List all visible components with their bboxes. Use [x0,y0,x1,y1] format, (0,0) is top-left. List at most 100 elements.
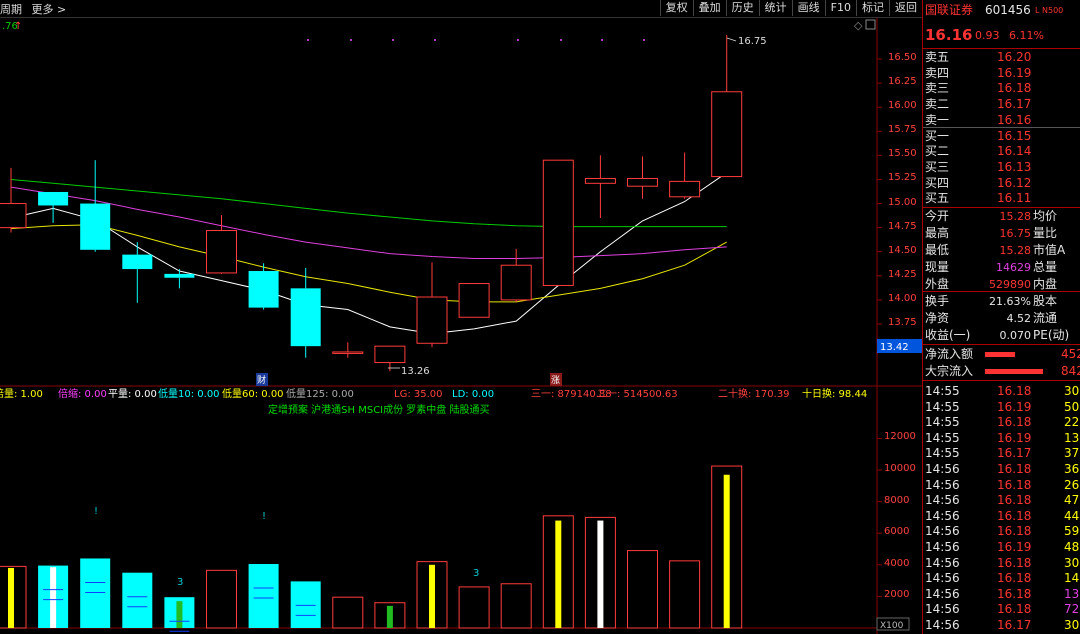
tick-row[interactable]: 14:56 16.18 59 [923,524,1080,540]
volume-bar[interactable] [458,586,490,629]
tick-price: 16.18 [997,462,1032,476]
candle[interactable] [80,160,111,252]
ask-row[interactable]: 卖五 16.20 [923,50,1080,66]
tick-volume: 30 [1064,384,1080,398]
volume-bar[interactable] [290,581,321,628]
stat-value: 15.28 [999,244,1032,257]
candle[interactable] [332,342,364,358]
volume-bar[interactable] [38,565,69,628]
bid-row[interactable]: 买一 16.15 [923,129,1080,145]
tick-row[interactable]: 14:55 16.17 37 [923,446,1080,462]
volume-bar[interactable] [332,596,364,629]
order-level-label: 卖三 [925,81,950,96]
tick-row[interactable]: 14:56 16.17 30 [923,618,1080,634]
candle[interactable] [500,248,532,302]
volume-bar[interactable] [374,602,406,629]
tick-price: 16.19 [997,540,1032,554]
volume-bar[interactable] [164,597,195,632]
volume-bar[interactable] [711,465,743,629]
candle[interactable] [0,167,27,233]
panel-toggle-icon[interactable] [865,19,876,30]
tick-row[interactable]: 14:56 16.19 48 [923,540,1080,556]
kline-chart[interactable]: .76 ↑ 16.75 13.26 ◇ 13.42 财 涨 倍量: 1.00倍缩… [0,18,922,634]
stat-label: 最低 [925,243,950,257]
ask-row[interactable]: 卖四 16.19 [923,66,1080,82]
stat-value: 16.75 [999,227,1032,240]
candle[interactable] [164,269,195,289]
volume-mark: ! [94,506,98,517]
bid-row[interactable]: 买二 16.14 [923,144,1080,160]
tick-row[interactable]: 14:56 16.18 30 [923,556,1080,572]
bid-row[interactable]: 买四 16.12 [923,176,1080,192]
candle[interactable] [248,263,279,310]
back-button[interactable]: 返回 [889,0,922,16]
ma-line-ma60 [10,178,727,228]
ma-line-ma10 [10,224,727,303]
fq-button[interactable]: 复权 [659,0,693,16]
candle[interactable] [627,156,658,199]
stat-label: 今开 [925,209,950,223]
volume-bar[interactable] [248,564,279,628]
period-menu[interactable]: 周期 [0,3,22,16]
candle[interactable] [416,262,448,348]
history-button[interactable]: 历史 [725,0,759,16]
ask-row[interactable]: 卖一 16.16 [923,113,1080,129]
signal-dot [643,39,645,41]
current-price-value: 13.42 [880,342,909,353]
tick-row[interactable]: 14:56 16.18 72 [923,602,1080,618]
volume-indicator-item: LG: 35.00 [394,389,443,400]
candle[interactable] [458,283,490,318]
f10-button[interactable]: F10 [824,0,856,16]
volume-bar[interactable] [669,560,701,629]
draw-button[interactable]: 画线 [791,0,825,16]
stats-button[interactable]: 统计 [758,0,792,16]
volume-bar[interactable] [80,558,111,628]
tick-time: 14:56 [925,618,960,632]
tick-row[interactable]: 14:56 16.18 14 [923,571,1080,587]
volume-bar[interactable] [627,550,658,629]
bid-row[interactable]: 买三 16.13 [923,160,1080,176]
volume-bar[interactable] [500,583,532,629]
stock-title-row: 国联证券 601456 L N500 [923,3,1080,21]
tick-row[interactable]: 14:56 16.18 132 [923,587,1080,603]
volume-indicator-item: 倍缩: 0.00 [58,387,107,400]
volume-axis-label: 6000 [884,526,910,538]
candle[interactable] [122,242,153,303]
volume-bar[interactable] [206,569,237,629]
ask-row[interactable]: 卖三 16.18 [923,81,1080,97]
candle[interactable] [584,155,616,218]
tick-time: 14:56 [925,477,960,492]
candle[interactable] [542,159,574,286]
overlay-button[interactable]: 叠加 [692,0,726,16]
stat-row: 净资 4.52 流通 [923,311,1080,327]
candle[interactable] [290,268,321,358]
stock-code: 601456 [985,3,1031,17]
mark-button[interactable]: 标记 [856,0,889,16]
stat-label2: 均价 [1033,209,1058,223]
volume-bar[interactable] [0,565,27,629]
ask-row[interactable]: 卖二 16.17 [923,97,1080,113]
volume-bar[interactable] [542,515,574,629]
tick-time: 14:55 [925,399,960,414]
volume-bar[interactable] [584,516,616,629]
tick-row[interactable]: 14:56 16.18 26 [923,478,1080,494]
more-menu[interactable]: 更多 > [32,3,67,16]
tick-price: 16.18 [997,477,1032,492]
candle[interactable] [669,152,701,199]
volume-bar[interactable] [416,561,448,629]
tick-row[interactable]: 14:55 16.18 22 [923,415,1080,431]
volume-scale-tag: X100 [880,621,904,631]
tick-volume: 72 [1064,602,1080,617]
candle[interactable] [711,34,743,178]
tick-row[interactable]: 14:56 16.18 36 [923,462,1080,478]
tick-row[interactable]: 14:55 16.18 30 [923,384,1080,400]
tick-row[interactable]: 14:56 16.18 44 [923,509,1080,525]
tick-row[interactable]: 14:55 16.19 50 [923,400,1080,416]
diamond-icon[interactable]: ◇ [854,19,863,32]
bid-row[interactable]: 买五 16.11 [923,191,1080,207]
tick-row[interactable]: 14:55 16.19 13 [923,431,1080,447]
tick-row[interactable]: 14:56 16.18 47 [923,493,1080,509]
candle[interactable] [38,191,69,223]
volume-bar[interactable] [122,572,153,628]
volume-indicator-item: LD: 0.00 [452,389,494,400]
